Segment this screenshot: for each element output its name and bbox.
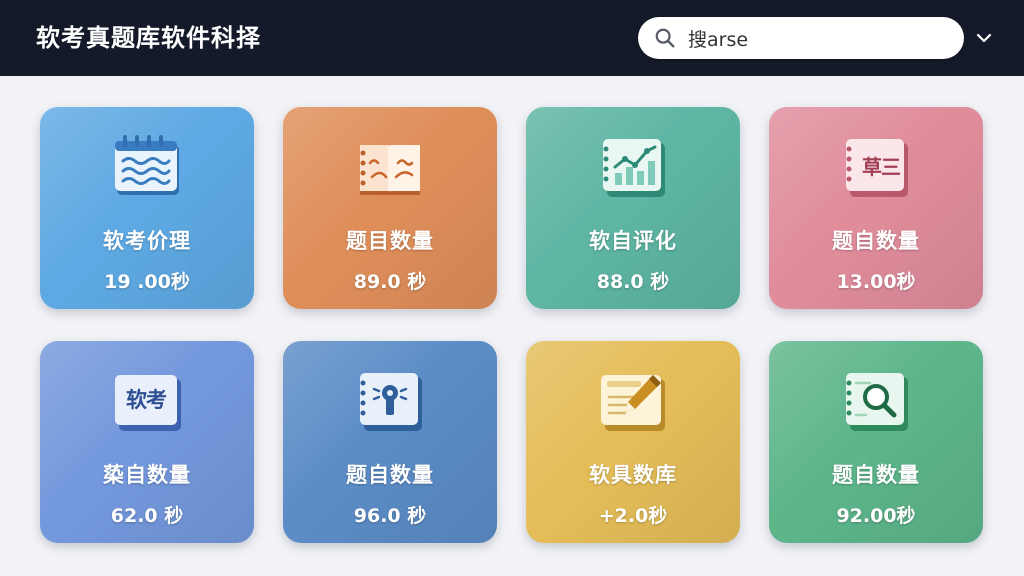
book-waves-icon	[115, 135, 179, 195]
card-title: 题自数量	[346, 463, 434, 487]
book-search-icon	[846, 373, 908, 431]
card-title: 软考价理	[103, 229, 191, 253]
card-title: 蒅自数量	[103, 463, 191, 487]
card-value: 89.0 秒	[353, 271, 427, 293]
search-input[interactable]	[688, 17, 948, 59]
card-title: 软自评化	[589, 229, 677, 253]
book-text-icon: 草三	[840, 133, 912, 203]
card-2[interactable]: 软自评化 88.0 秒	[526, 107, 740, 309]
book-chart-icon	[603, 139, 665, 197]
search-box[interactable]	[638, 17, 964, 59]
card-6[interactable]: 软具数库 +2.0秒	[526, 341, 740, 543]
card-value: 62.0 秒	[110, 505, 184, 527]
card-title: 题目数量	[346, 229, 434, 253]
card-4[interactable]: 软考 蒅自数量 62.0 秒	[40, 341, 254, 543]
open-book-icon	[360, 145, 420, 195]
book-lock-icon	[360, 373, 422, 431]
card-title: 题自数量	[832, 463, 920, 487]
card-7[interactable]: 题自数量 92.00秒	[769, 341, 983, 543]
card-grid: 软考价理 19 .00秒 题目数量 89.0 秒 软自评化 88.0 秒 草三 …	[40, 107, 984, 543]
card-1[interactable]: 题目数量 89.0 秒	[283, 107, 497, 309]
card-value: 19 .00秒	[104, 271, 190, 293]
chevron-down-icon	[976, 33, 992, 43]
book-text-icon: 软考	[111, 367, 183, 437]
app-title: 软考真题库软件科择	[36, 24, 261, 52]
notebook-pencil-icon	[601, 375, 665, 431]
card-value: +2.0秒	[598, 505, 668, 527]
top-bar: 软考真题库软件科择	[0, 0, 1024, 76]
card-value: 96.0 秒	[353, 505, 427, 527]
card-value: 13.00秒	[836, 271, 916, 293]
card-value: 88.0 秒	[596, 271, 670, 293]
card-5[interactable]: 题自数量 96.0 秒	[283, 341, 497, 543]
card-title: 题自数量	[832, 229, 920, 253]
card-3[interactable]: 草三 题自数量 13.00秒	[769, 107, 983, 309]
book-label: 软考	[126, 388, 167, 412]
dropdown-button[interactable]	[970, 26, 998, 50]
card-value: 92.00秒	[836, 505, 916, 527]
search-icon	[655, 28, 675, 48]
card-0[interactable]: 软考价理 19 .00秒	[40, 107, 254, 309]
book-label: 草三	[862, 154, 901, 179]
card-title: 软具数库	[589, 463, 677, 487]
